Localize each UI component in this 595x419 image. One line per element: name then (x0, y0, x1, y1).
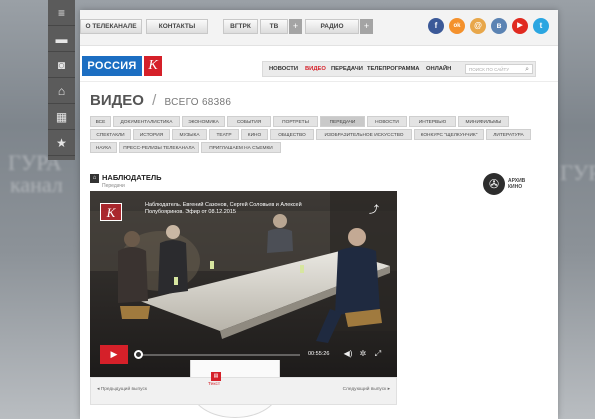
tag-portraits[interactable]: ПОРТРЕТЫ (273, 116, 318, 127)
page: О ТЕЛЕКАНАЛЕ КОНТАКТЫ ВГТРК ТВ + РАДИО +… (80, 10, 558, 419)
nav-programs[interactable]: ПЕРЕДАЧИ (331, 62, 363, 76)
main-nav: НОВОСТИ ВИДЕО ПЕРЕДАЧИ ТЕЛЕПРОГРАММА ОНЛ… (262, 61, 536, 77)
vk-icon[interactable]: в (491, 18, 507, 34)
search-placeholder: ПОИСК ПО САЙТУ (469, 67, 510, 72)
settings-gear-icon[interactable]: ✲ (357, 348, 369, 360)
mail-icon[interactable]: @ (470, 18, 486, 34)
contacts-button[interactable]: КОНТАКТЫ (146, 19, 208, 34)
video-title[interactable]: Наблюдатель. Евгений Сазонов, Сергей Сол… (145, 202, 320, 216)
tv-button[interactable]: ТВ (260, 19, 288, 34)
previous-episode-link[interactable]: ◂ Предыдущий выпуск (97, 387, 147, 392)
tag-minifilms[interactable]: МИНИФИЛЬМЫ (458, 116, 509, 127)
calendar-icon[interactable]: ▦ (48, 104, 75, 130)
progress-handle[interactable] (134, 350, 143, 359)
logo-row: РОССИЯ К НОВОСТИ ВИДЕО ПЕРЕДАЧИ ТЕЛЕПРОГ… (80, 48, 558, 82)
radio-expand-icon[interactable]: + (360, 19, 373, 34)
next-episode-link[interactable]: Следующий выпуск ▸ (343, 387, 390, 392)
tag-economy[interactable]: ЭКОНОМИКА (182, 116, 225, 127)
nav-online[interactable]: ОНЛАЙН (426, 62, 451, 76)
channel-logo[interactable]: РОССИЯ (82, 56, 142, 76)
program-category[interactable]: Передачи (102, 183, 125, 189)
tag-press-releases[interactable]: ПРЕСС-РЕЛИЗЫ ТЕЛЕКАНАЛА (119, 142, 199, 153)
youtube-icon[interactable]: ▶ (512, 18, 528, 34)
transcript-icon[interactable]: ▤ (211, 372, 221, 381)
tag-interview[interactable]: ИНТЕРВЬЮ (409, 116, 456, 127)
tag-performances[interactable]: СПЕКТАКЛИ (90, 129, 131, 140)
tag-events[interactable]: СОБЫТИЯ (227, 116, 271, 127)
volume-icon[interactable]: ◀) (342, 348, 354, 360)
tag-casting-invite[interactable]: ПРИГЛАШАЕМ НА СЪЕМКИ (201, 142, 281, 153)
nav-news[interactable]: НОВОСТИ (269, 62, 298, 76)
tag-nutcracker-contest[interactable]: КОНКУРС "ЩЕЛКУНЧИК" (414, 129, 484, 140)
tag-science[interactable]: НАУКА (90, 142, 117, 153)
page-title-text: ВИДЕО (90, 92, 144, 109)
video-total-count: ВСЕГО 68386 (164, 97, 232, 108)
program-title[interactable]: НАБЛЮДАТЕЛЬ (102, 173, 161, 182)
tag-programs[interactable]: ПЕРЕДАЧИ (320, 116, 365, 127)
play-button[interactable]: ▶ (100, 345, 128, 364)
tag-all[interactable]: ВСЕ (90, 116, 111, 127)
tag-theatre[interactable]: ТЕАТР (209, 129, 239, 140)
transcript-label[interactable]: Текст (208, 382, 220, 387)
film-archive-link[interactable]: ✇ АРХИВ КИНО (483, 173, 543, 197)
tag-documentary[interactable]: ДОКУМЕНТАЛИСТИКА (113, 116, 180, 127)
building-icon[interactable]: ⌂ (48, 78, 75, 104)
tag-fine-art[interactable]: ИЗОБРАЗИТЕЛЬНОЕ ИСКУССТВО (316, 129, 412, 140)
about-button[interactable]: О ТЕЛЕКАНАЛЕ (80, 19, 142, 34)
tag-news[interactable]: НОВОСТИ (367, 116, 407, 127)
top-bar: О ТЕЛЕКАНАЛЕ КОНТАКТЫ ВГТРК ТВ + РАДИО +… (80, 10, 558, 46)
nav-video[interactable]: ВИДЕО (305, 62, 326, 76)
film-reel-icon: ✇ (483, 173, 505, 195)
backdrop-text: канал (10, 172, 63, 197)
search-input[interactable]: ПОИСК ПО САЙТУ ⌕ (465, 64, 533, 74)
video-player[interactable]: К Наблюдатель. Евгений Сазонов, Сергей С… (90, 191, 397, 377)
tag-history[interactable]: ИСТОРИЯ (133, 129, 170, 140)
nav-schedule[interactable]: ТЕЛЕПРОГРАММА (367, 62, 419, 76)
menu-icon[interactable]: ≡ (48, 0, 75, 26)
episode-nav: ◂ Предыдущий выпуск Следующий выпуск ▸ (90, 377, 397, 405)
odnoklassniki-icon[interactable]: ok (449, 18, 465, 34)
search-icon[interactable]: ⌕ (525, 65, 529, 74)
share-icon[interactable]: ⤴ (366, 203, 382, 219)
twitter-icon[interactable]: t (533, 18, 549, 34)
fullscreen-icon[interactable]: ⤢ (372, 348, 384, 360)
channel-logo-k[interactable]: К (144, 56, 162, 76)
title-separator: / (152, 92, 157, 109)
page-title: ВИДЕО / ВСЕГО 68386 (90, 92, 231, 112)
vgtrk-button[interactable]: ВГТРК (223, 19, 258, 34)
home-icon[interactable]: ⌂ (90, 174, 99, 183)
star-icon[interactable]: ★ (48, 130, 75, 156)
tag-cinema[interactable]: КИНО (241, 129, 268, 140)
channel-watermark: К (100, 203, 122, 221)
progress-bar[interactable] (135, 354, 300, 356)
backdrop-text: ГУРА (560, 160, 595, 185)
tag-society[interactable]: ОБЩЕСТВО (270, 129, 314, 140)
camera-icon[interactable]: ◙ (48, 52, 75, 78)
tv-expand-icon[interactable]: + (289, 19, 302, 34)
video-duration: 00:55:26 (308, 351, 330, 357)
archive-label-line2: КИНО (508, 184, 523, 190)
radio-button[interactable]: РАДИО (305, 19, 359, 34)
facebook-icon[interactable]: f (428, 18, 444, 34)
tag-literature[interactable]: ЛИТЕРАТУРА (486, 129, 531, 140)
list-icon[interactable]: ▬ (48, 26, 75, 52)
tag-music[interactable]: МУЗЫКА (172, 129, 207, 140)
archive-label: АРХИВ КИНО (508, 178, 525, 190)
side-icon-bar: ≡ ▬ ◙ ⌂ ▦ ★ (48, 0, 75, 160)
